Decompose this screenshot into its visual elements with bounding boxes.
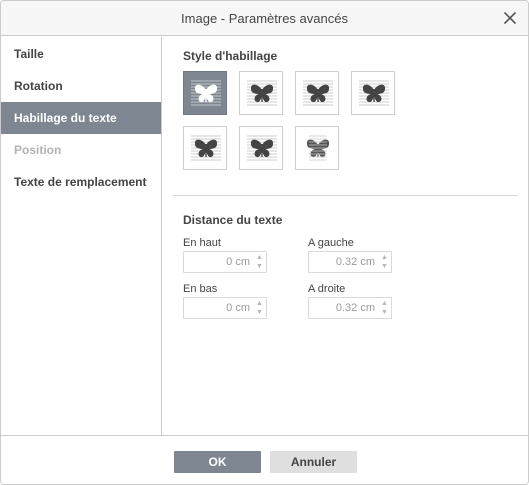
section-divider [173, 195, 518, 196]
sidebar-item-text-wrapping[interactable]: Habillage du texte [1, 102, 161, 134]
wrap-behind-icon [306, 135, 330, 161]
wrap-top-bottom-icon [191, 135, 221, 161]
dialog-footer: OK Annuler [1, 435, 528, 484]
wrap-style-button[interactable] [295, 126, 339, 170]
top-distance-label: En haut [183, 237, 221, 249]
sidebar-item-alt-text[interactable]: Texte de remplacement [1, 166, 161, 198]
close-icon[interactable] [502, 10, 518, 26]
wrap-through-icon [359, 80, 389, 106]
spin-down-icon[interactable]: ▼ [379, 308, 390, 317]
sidebar-item-size[interactable]: Taille [1, 38, 161, 70]
wrap-style-button[interactable] [239, 71, 283, 115]
bottom-distance-label: En bas [183, 283, 218, 295]
ok-button[interactable]: OK [174, 451, 261, 473]
bottom-distance-input[interactable] [184, 298, 254, 318]
settings-content: Style d'habillage Distance du texte En h… [163, 37, 528, 435]
settings-sidebar: Taille Rotation Habillage du texte Posit… [1, 37, 162, 435]
right-distance-spinner: ▲ ▼ [308, 297, 392, 319]
spin-up-icon[interactable]: ▲ [379, 253, 390, 262]
wrap-style-button[interactable] [239, 126, 283, 170]
wrap-inline-icon [191, 80, 221, 106]
dialog-title: Image - Paramètres avancés [181, 11, 348, 26]
wrap-in-front-icon [247, 135, 277, 161]
spin-up-icon[interactable]: ▲ [254, 253, 265, 262]
wrap-tight-icon [303, 80, 333, 106]
sidebar-item-rotation[interactable]: Rotation [1, 70, 161, 102]
advanced-settings-dialog: Image - Paramètres avancés Taille Rotati… [0, 0, 529, 485]
text-distance-heading: Distance du texte [183, 213, 283, 227]
right-distance-label: A droite [308, 283, 346, 295]
spin-down-icon[interactable]: ▼ [254, 308, 265, 317]
top-distance-input[interactable] [184, 252, 254, 272]
dialog-titlebar: Image - Paramètres avancés [1, 1, 528, 36]
left-distance-input[interactable] [309, 252, 379, 272]
wrap-style-button[interactable] [295, 71, 339, 115]
left-distance-label: A gauche [308, 237, 354, 249]
wrap-style-button[interactable] [351, 71, 395, 115]
top-distance-spinner: ▲ ▼ [183, 251, 267, 273]
wrap-style-heading: Style d'habillage [183, 49, 278, 63]
wrap-style-button[interactable] [183, 71, 227, 115]
spin-down-icon[interactable]: ▼ [254, 262, 265, 271]
right-distance-input[interactable] [309, 298, 379, 318]
spin-down-icon[interactable]: ▼ [379, 262, 390, 271]
cancel-button[interactable]: Annuler [270, 451, 357, 473]
left-distance-spinner: ▲ ▼ [308, 251, 392, 273]
sidebar-item-position: Position [14, 143, 62, 157]
bottom-distance-spinner: ▲ ▼ [183, 297, 267, 319]
spin-up-icon[interactable]: ▲ [254, 299, 265, 308]
spin-up-icon[interactable]: ▲ [379, 299, 390, 308]
wrap-square-icon [247, 80, 277, 106]
wrap-style-button[interactable] [183, 126, 227, 170]
